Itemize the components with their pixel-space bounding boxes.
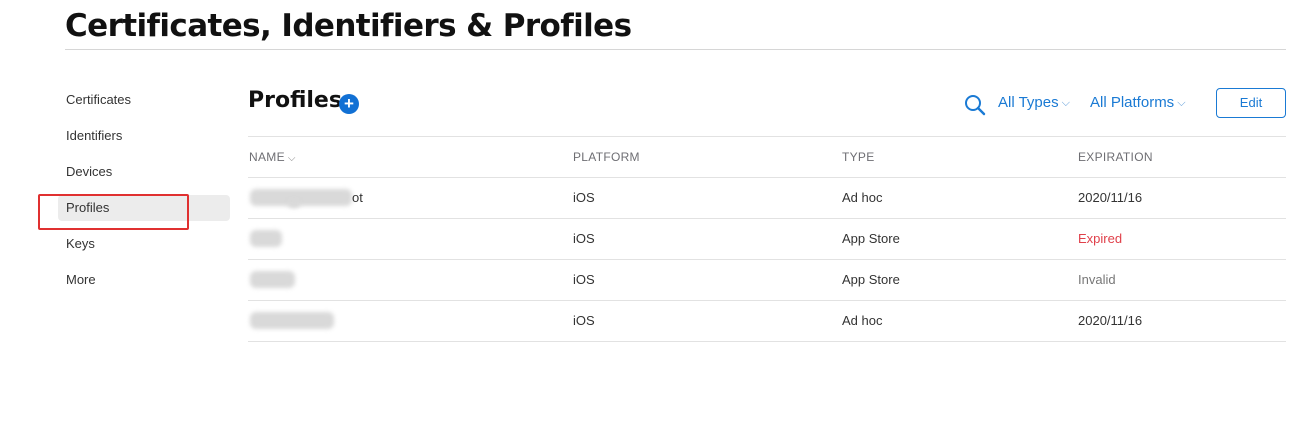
page-title: Certificates, Identifiers & Profiles [65,8,632,44]
profile-type: Ad hoc [842,190,883,205]
profile-type: App Store [842,231,900,246]
profile-platform: iOS [573,313,595,328]
column-header-label: NAME [249,150,285,164]
redacted-name [250,312,334,329]
table-row[interactable]: iOS App Store Invalid [248,260,1286,301]
annotation-highlight-box [38,194,189,230]
profile-type: Ad hoc [842,313,883,328]
chevron-down-icon: ⌵ [1177,97,1186,109]
column-header-expiration: EXPIRATION [1078,150,1153,164]
chevron-down-icon: ⌵ [1061,97,1070,109]
edit-button[interactable]: Edit [1216,88,1286,118]
profile-platform: iOS [573,190,595,205]
table-row[interactable]: ot iOS Ad hoc 2020/11/16 [248,178,1286,219]
type-filter-dropdown[interactable]: All Types ⌵ [998,94,1070,111]
sidebar-item-certificates[interactable]: Certificates [58,87,230,113]
search-icon[interactable] [964,94,986,116]
platform-filter-dropdown[interactable]: All Platforms ⌵ [1090,94,1186,111]
sidebar-item-keys[interactable]: Keys [58,231,230,257]
column-header-name[interactable]: NAME ⌵ [249,137,296,179]
table-header-row: NAME ⌵ PLATFORM TYPE EXPIRATION [248,137,1286,178]
sidebar-item-devices[interactable]: Devices [58,159,230,185]
profile-platform: iOS [573,231,595,246]
add-profile-button[interactable]: + [339,94,359,114]
profiles-table: NAME ⌵ PLATFORM TYPE EXPIRATION ot iOS Ad… [248,136,1286,342]
profile-expiration-status: Expired [1078,231,1123,246]
sidebar-item-identifiers[interactable]: Identifiers [58,123,230,149]
column-header-platform: PLATFORM [573,150,640,164]
redacted-name [250,189,352,206]
redacted-name [288,200,300,208]
chevron-down-icon: ⌵ [287,153,296,164]
sidebar-item-more[interactable]: More [58,267,230,293]
table-row[interactable]: iOS App Store Expired [248,219,1286,260]
profile-platform: iOS [573,272,595,287]
platform-filter-label: All Platforms [1090,94,1175,111]
section-title: Profiles [248,88,342,113]
profile-expiration-status: Invalid [1078,272,1116,287]
profile-type: App Store [842,272,900,287]
title-divider [65,49,1286,50]
type-filter-label: All Types [998,94,1059,111]
column-header-type: TYPE [842,150,875,164]
profile-expiration: 2020/11/16 [1078,190,1143,205]
redacted-name [250,230,282,247]
table-row[interactable]: iOS Ad hoc 2020/11/16 [248,301,1286,342]
redacted-name [250,271,295,288]
profile-expiration: 2020/11/16 [1078,313,1143,328]
profile-name: ot [352,190,363,205]
